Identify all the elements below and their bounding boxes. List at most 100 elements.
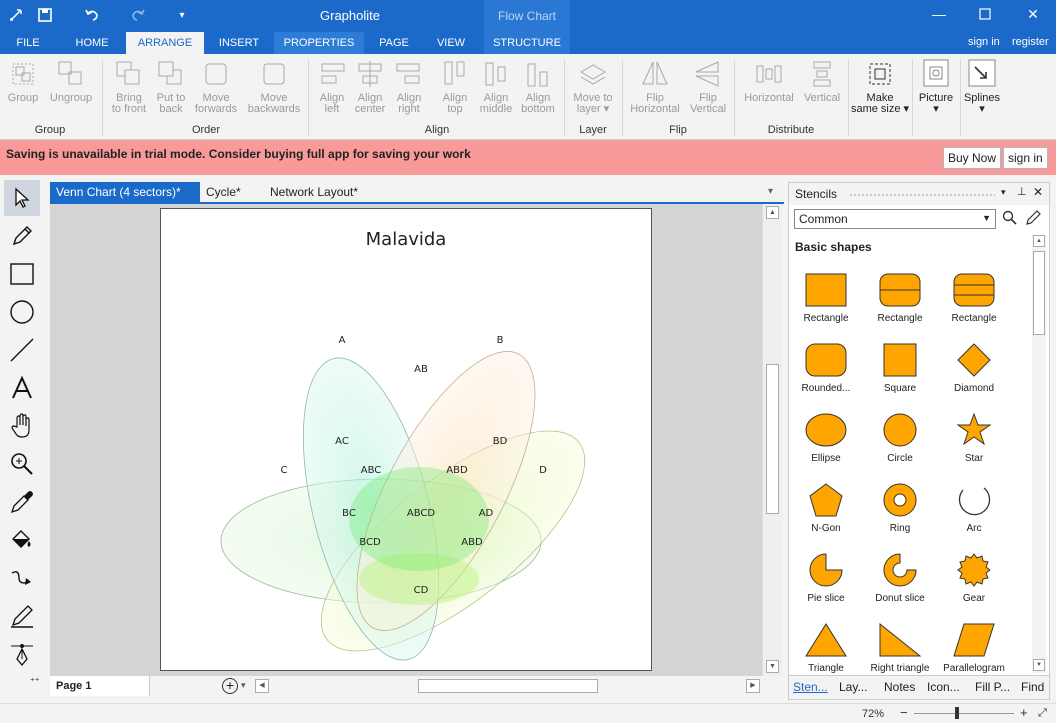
- fit-page-icon[interactable]: ⤢: [1038, 707, 1047, 720]
- doc-tab-venn[interactable]: Venn Chart (4 sectors)* ×: [50, 182, 200, 220]
- stencils-scroll-down-icon[interactable]: ▼: [1033, 659, 1045, 671]
- register-link[interactable]: register: [1012, 36, 1049, 48]
- bring-to-front-button[interactable]: Bring to front: [106, 58, 152, 115]
- panel-tab-notes[interactable]: Notes: [884, 680, 915, 694]
- rectangle-tool[interactable]: [4, 256, 40, 292]
- add-page-icon[interactable]: +: [222, 678, 238, 694]
- tab-view[interactable]: VIEW: [428, 32, 474, 54]
- move-to-layer-button[interactable]: Move to layer ▾: [568, 58, 618, 115]
- text-tool[interactable]: [4, 370, 40, 406]
- fill-tool[interactable]: [4, 522, 40, 558]
- stencil-circle[interactable]: Circle: [863, 409, 937, 479]
- ungroup-button[interactable]: Ungroup: [46, 58, 96, 104]
- distribute-horizontal-button[interactable]: Horizontal: [738, 58, 800, 104]
- buy-now-button[interactable]: Buy Now: [943, 147, 1002, 169]
- flip-horizontal-button[interactable]: Flip Horizontal: [626, 58, 684, 115]
- align-middle-button[interactable]: Align middle: [474, 58, 518, 115]
- drawing-canvas[interactable]: Malavida A B AB AC BD C ABC ABD D BC ABC…: [50, 204, 762, 676]
- panel-tab-layers[interactable]: Lay...: [839, 680, 867, 694]
- stencil-ellipse[interactable]: Ellipse: [789, 409, 863, 479]
- zoom-tool[interactable]: [4, 446, 40, 482]
- panel-tab-find[interactable]: Find: [1021, 680, 1044, 694]
- align-right-button[interactable]: Align right: [390, 58, 428, 115]
- tab-list-dropdown-icon[interactable]: ▾: [768, 186, 773, 197]
- panel-tab-fill-patterns[interactable]: Fill P...: [975, 680, 1010, 694]
- panel-drag-grip[interactable]: [849, 193, 995, 196]
- scroll-down-icon[interactable]: ▼: [766, 660, 779, 673]
- sign-in-link[interactable]: sign in: [968, 36, 1000, 48]
- stencil-star[interactable]: Star: [937, 409, 1011, 479]
- doc-tab-network-layout[interactable]: Network Layout*: [264, 182, 364, 203]
- stencils-scroll-up-icon[interactable]: ▲: [1033, 235, 1045, 247]
- scroll-right-icon[interactable]: ▶: [746, 679, 760, 693]
- stencil-rectangle-rounded-divided[interactable]: Rectangle: [863, 269, 937, 339]
- stencil-diamond[interactable]: Diamond: [937, 339, 1011, 409]
- tab-structure[interactable]: STRUCTURE: [484, 32, 570, 54]
- zoom-slider-track[interactable]: [914, 713, 1014, 714]
- panel-tab-icons[interactable]: Icon...: [927, 680, 960, 694]
- edit-stencils-icon[interactable]: [1025, 210, 1041, 229]
- search-icon[interactable]: [1002, 210, 1018, 229]
- stencil-pie-slice[interactable]: Pie slice: [789, 549, 863, 619]
- zoom-in-icon[interactable]: +: [1020, 705, 1028, 720]
- page-menu-chevron-icon[interactable]: ▾: [241, 680, 246, 691]
- move-backwards-button[interactable]: Move backwards: [244, 58, 304, 115]
- tab-properties[interactable]: PROPERTIES: [274, 32, 364, 54]
- stencil-category-select[interactable]: Common ▼: [794, 209, 996, 229]
- stencil-square[interactable]: Square: [863, 339, 937, 409]
- venn-diagram[interactable]: Malavida A B AB AC BD C ABC ABD D BC ABC…: [161, 209, 651, 670]
- align-left-button[interactable]: Align left: [312, 58, 352, 115]
- stencil-gear[interactable]: Gear: [937, 549, 1011, 619]
- scroll-left-icon[interactable]: ◀: [255, 679, 269, 693]
- stencil-ring[interactable]: Ring: [863, 479, 937, 549]
- stencils-scroll-thumb[interactable]: [1033, 251, 1045, 335]
- pan-tool[interactable]: [4, 408, 40, 444]
- tab-home[interactable]: HOME: [66, 32, 118, 54]
- group-button[interactable]: Group: [4, 58, 42, 104]
- connector-tool[interactable]: [4, 560, 40, 596]
- tab-arrange[interactable]: ARRANGE: [126, 32, 204, 54]
- diagram-title[interactable]: Malavida: [366, 229, 447, 250]
- vertical-scroll-thumb[interactable]: [766, 364, 779, 514]
- scroll-up-icon[interactable]: ▲: [766, 206, 779, 219]
- tab-file[interactable]: FILE: [8, 32, 48, 54]
- tab-page[interactable]: PAGE: [372, 32, 416, 54]
- panel-menu-icon[interactable]: ▾: [1001, 187, 1006, 198]
- minimize-icon[interactable]: —: [916, 0, 962, 28]
- maximize-icon[interactable]: [962, 0, 1008, 28]
- eyedropper-tool[interactable]: [4, 484, 40, 520]
- align-center-button[interactable]: Align center: [350, 58, 390, 115]
- panel-tab-stencils[interactable]: Sten...: [793, 680, 828, 694]
- align-top-button[interactable]: Align top: [436, 58, 474, 115]
- align-bottom-button[interactable]: Align bottom: [516, 58, 560, 115]
- canvas-vertical-scrollbar[interactable]: ▲ ▼: [762, 204, 782, 676]
- toolbox-expand-icon[interactable]: ⁺⁺: [30, 676, 40, 687]
- pin-icon[interactable]: ⊥: [1017, 185, 1027, 198]
- stencil-rectangle-striped[interactable]: Rectangle: [937, 269, 1011, 339]
- stencil-rounded-rectangle[interactable]: Rounded...: [789, 339, 863, 409]
- horizontal-scroll-thumb[interactable]: [418, 679, 598, 693]
- bezier-tool[interactable]: [4, 636, 40, 672]
- ellipse-tool[interactable]: [4, 294, 40, 330]
- move-forwards-button[interactable]: Move forwards: [190, 58, 242, 115]
- distribute-vertical-button[interactable]: Vertical: [800, 58, 844, 104]
- panel-close-icon[interactable]: ✕: [1033, 185, 1043, 199]
- stencil-arc[interactable]: Arc: [937, 479, 1011, 549]
- zoom-slider-thumb[interactable]: [955, 707, 959, 719]
- make-same-size-button[interactable]: Make same size ▾: [850, 58, 910, 115]
- stencil-rectangle[interactable]: Rectangle: [789, 269, 863, 339]
- pencil-tool[interactable]: [4, 598, 40, 634]
- tab-insert[interactable]: INSERT: [212, 32, 266, 54]
- pen-tool[interactable]: [4, 218, 40, 254]
- flip-vertical-button[interactable]: Flip Vertical: [686, 58, 730, 115]
- doc-tab-cycle[interactable]: Cycle*: [200, 182, 247, 203]
- close-icon[interactable]: ✕: [1010, 0, 1056, 28]
- banner-sign-in-button[interactable]: sign in: [1003, 147, 1048, 169]
- put-to-back-button[interactable]: Put to back: [152, 58, 190, 115]
- zoom-out-icon[interactable]: −: [900, 705, 908, 720]
- splines-button[interactable]: Splines ▾: [962, 58, 1002, 115]
- stencils-scrollbar[interactable]: ▲ ▼: [1032, 235, 1046, 673]
- page-tab[interactable]: Page 1: [50, 676, 150, 696]
- stencil-ngon[interactable]: N-Gon: [789, 479, 863, 549]
- pointer-tool[interactable]: [4, 180, 40, 216]
